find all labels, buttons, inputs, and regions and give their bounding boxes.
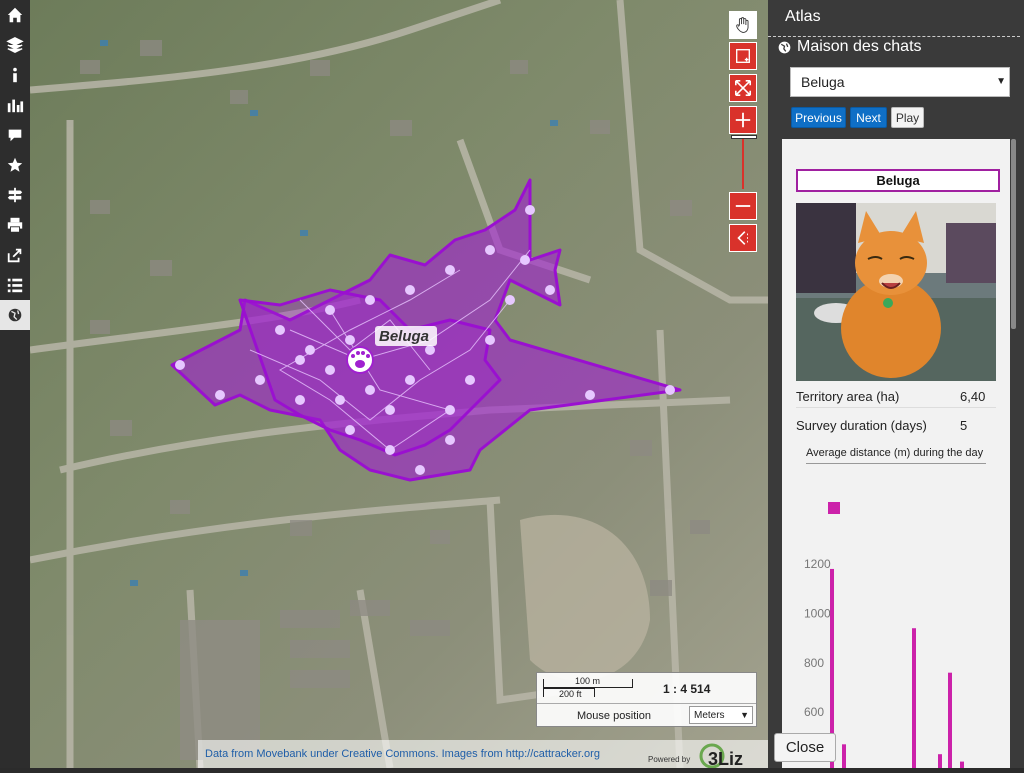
units-select-value: Meters [694,709,725,721]
attribution-bar: Data from Movebank under Creative Common… [198,740,768,769]
scale-metric-label: 100 m [575,676,601,686]
comment-icon[interactable] [0,120,30,150]
attribute-value: 5 [960,418,968,433]
attribution-text[interactable]: Data from Movebank under Creative Common… [205,748,600,760]
home-icon[interactable] [0,0,30,30]
satellite-map [30,0,768,768]
svg-text:3Liz: 3Liz [708,749,743,768]
previous-view-icon[interactable] [729,224,757,252]
attribute-label: Survey duration (days) [796,418,927,433]
zoom-box-icon[interactable] [729,42,757,70]
3liz-logo[interactable]: 3Liz [698,740,762,769]
scrollbar[interactable] [1011,139,1016,329]
zoom-slider-handle[interactable] [731,135,757,139]
next-button[interactable]: Next [850,107,887,128]
pan-hand-icon[interactable] [729,11,757,39]
chart-bar [842,744,846,768]
star-icon[interactable] [0,150,30,180]
scale-box: 100 m 200 ft 1 : 4 514 Mouse position Me… [536,672,757,727]
previous-button[interactable]: Previous [791,107,846,128]
bar-chart-icon[interactable] [0,90,30,120]
globe-icon[interactable] [0,300,30,330]
chart-bar [948,672,952,768]
atlas-title: Atlas [785,8,821,25]
feature-select-value: Beluga [801,74,845,90]
chart-bar [938,754,942,768]
map-view[interactable]: Beluga [30,0,768,768]
attribute-label: Territory area (ha) [796,389,900,404]
cat-photo [796,203,996,381]
signpost-icon[interactable] [0,180,30,210]
y-tick-label: 800 [804,656,824,670]
zoom-in-icon[interactable] [729,106,757,134]
y-tick-label: 1200 [804,557,831,571]
zoom-extent-icon[interactable] [729,74,757,102]
feature-title: Beluga [796,169,1000,192]
distance-bar-chart: 1200 1000 800 600 [804,502,964,768]
zoom-out-icon[interactable] [729,192,757,220]
feature-map-label: Beluga [379,328,430,345]
atlas-panel: Atlas Maison des chats Beluga ▼ Previous… [768,0,1024,768]
legend-swatch [828,502,840,514]
atlas-layer-heading: Maison des chats [778,38,922,56]
y-tick-label: 1000 [804,606,831,620]
chevron-down-icon: ▼ [740,710,749,720]
zoom-slider-track[interactable] [742,137,744,189]
layers-icon[interactable] [0,30,30,60]
scale-imperial-label: 200 ft [559,689,582,699]
powered-by-label: Powered by [648,755,691,764]
attribute-divider [796,407,996,408]
attribute-value: 6,40 [960,389,986,404]
atlas-layer-name: Maison des chats [797,38,922,55]
chevron-down-icon: ▼ [996,76,1006,87]
chart-bar [960,761,964,768]
atlas-divider [768,36,1020,37]
units-select[interactable]: Meters ▼ [689,706,753,724]
scale-line: 100 m 200 ft 1 : 4 514 [537,673,756,704]
share-icon[interactable] [0,240,30,270]
close-button[interactable]: Close [774,733,836,762]
play-button[interactable]: Play [891,107,924,128]
atlas-feature-content[interactable]: Beluga Territory area (ha) 6,40 Survey d… [782,139,1010,768]
mouse-position-label: Mouse position [577,710,651,722]
print-icon[interactable] [0,210,30,240]
chart-title: Average distance (m) during the day [806,447,986,464]
y-tick-label: 600 [804,705,824,719]
feature-select[interactable]: Beluga ▼ [790,67,1010,97]
chart-bar [912,628,916,768]
attribute-row: Territory area (ha) 6,40 [796,389,996,404]
attribute-row: Survey duration (days) 5 [796,418,996,433]
list-icon[interactable] [0,270,30,300]
scale-ratio: 1 : 4 514 [663,682,711,696]
info-icon[interactable] [0,60,30,90]
left-toolbar [0,0,30,768]
globe-icon [778,41,791,54]
